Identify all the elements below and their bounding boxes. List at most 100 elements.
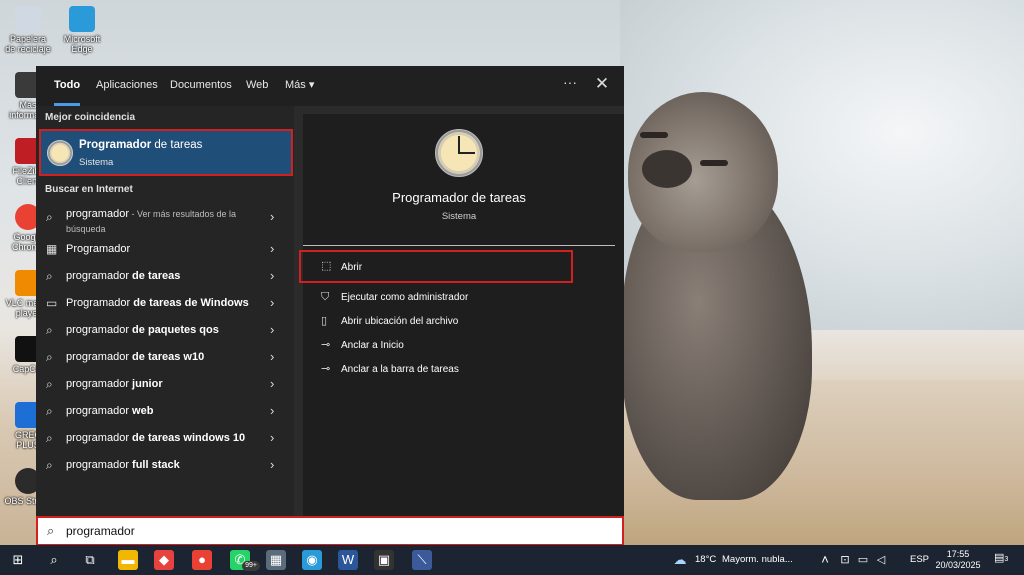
web-result-item[interactable]: ⌕ programador - Ver más resultados de la … <box>36 204 294 234</box>
search-icon[interactable]: ⌕ <box>44 550 64 570</box>
desktop-icon-recycle-bin[interactable]: Papelera de reciclaje <box>4 6 52 54</box>
preview-app-type: Sistema <box>441 211 477 222</box>
search-icon: ⌕ <box>47 523 55 538</box>
clock-time: 17:55 <box>946 549 970 559</box>
web-result-item[interactable]: ⌕ programador de tareas › <box>36 263 294 290</box>
chevron-right-icon[interactable]: › <box>270 322 274 337</box>
search-icon: ⌕ <box>46 377 53 391</box>
window-icon: ▭ <box>46 296 58 310</box>
web-result-item[interactable]: ▭ Programador de tareas de Windows › <box>36 290 294 317</box>
desktop-icon-label: Microsoft Edge <box>63 34 101 54</box>
task-view-icon[interactable]: ⧉ <box>80 550 100 570</box>
wallpaper-seal-nose <box>642 150 692 188</box>
web-result-label: programador - Ver más resultados de la b… <box>66 208 237 234</box>
app-icon[interactable]: ▦ <box>266 550 286 570</box>
web-result-item[interactable]: ⌕ programador full stack › <box>36 452 294 479</box>
action-pin[interactable]: ⊸ Anclar a Inicio <box>303 334 615 358</box>
edge-icon <box>69 6 95 32</box>
search-tabs: Todo Aplicaciones Documentos Web Más ▾ ·… <box>36 66 624 106</box>
web-result-item[interactable]: ▦ Programador › <box>36 236 294 263</box>
chevron-right-icon[interactable]: › <box>270 268 274 283</box>
clock-hand <box>459 152 475 154</box>
search-icon: ⌕ <box>46 404 53 418</box>
tab-mas[interactable]: Más ▾ <box>285 66 314 106</box>
weather-icon[interactable]: ☁ <box>670 550 690 570</box>
web-result-label: programador de tareas <box>66 270 181 282</box>
camera-icon[interactable]: ⊡ <box>835 550 855 570</box>
app2-icon[interactable]: ⟍ <box>412 550 432 570</box>
wallpaper-seal-eye <box>700 160 728 166</box>
action-file-location[interactable]: ▯ Abrir ubicación del archivo <box>303 310 615 334</box>
wallpaper-seal-eye <box>640 132 668 138</box>
web-result-label: programador web <box>66 405 154 417</box>
tab-todo[interactable]: Todo <box>54 66 81 106</box>
clock-icon <box>47 140 73 166</box>
web-result-label: Programador <box>66 243 131 255</box>
web-result-item[interactable]: ⌕ programador junior › <box>36 371 294 398</box>
search-input[interactable] <box>66 522 606 540</box>
preview-pane: Programador de tareas Sistema ⬚ Abrir ⛉ Eje… <box>299 114 624 516</box>
weather-description[interactable]: Mayorm. nubla... <box>722 554 793 565</box>
web-result-label: programador junior <box>66 378 163 390</box>
weather-temp[interactable]: 18°C <box>695 554 716 565</box>
search-icon: ⌕ <box>46 350 53 364</box>
action-label: Ejecutar como administrador <box>341 292 469 303</box>
close-icon[interactable]: ✕ <box>592 74 612 94</box>
chevron-right-icon[interactable]: › <box>270 241 274 256</box>
edge-icon[interactable]: ◉ <box>302 550 322 570</box>
action-pin-taskbar[interactable]: ⊸ Anclar a la barra de tareas <box>303 358 615 382</box>
volume-icon[interactable]: ◁ <box>871 550 891 570</box>
web-result-label: programador full stack <box>66 459 180 471</box>
action-open[interactable]: ⬚ Abrir <box>299 250 573 283</box>
web-result-item[interactable]: ⌕ programador de tareas windows 10 › <box>36 425 294 452</box>
terminal-icon[interactable]: ▣ <box>374 550 394 570</box>
tab-web[interactable]: Web <box>246 66 268 106</box>
action-shield[interactable]: ⛉ Ejecutar como administrador <box>303 286 615 310</box>
web-result-item[interactable]: ⌕ programador de tareas w10 › <box>36 344 294 371</box>
network-icon[interactable]: ▭ <box>853 550 873 570</box>
tab-documentos[interactable]: Documentos <box>170 66 232 106</box>
chevron-right-icon[interactable]: › <box>270 376 274 391</box>
chrome-icon[interactable]: ● <box>192 550 212 570</box>
chevron-right-icon[interactable]: › <box>270 209 274 224</box>
search-box: ⌕ <box>36 516 624 546</box>
search-icon: ⌕ <box>46 269 53 283</box>
web-result-label: programador de paquetes qos <box>66 324 219 336</box>
anydesk-icon[interactable]: ◆ <box>154 550 174 570</box>
file-explorer-icon[interactable]: ▬ <box>118 550 138 570</box>
chevron-right-icon[interactable]: › <box>270 457 274 472</box>
clock[interactable]: 17:55 20/03/2025 <box>930 549 986 571</box>
action-label: Abrir ubicación del archivo <box>341 316 459 327</box>
desktop-icon-edge[interactable]: Microsoft Edge <box>58 6 106 54</box>
web-result-label: programador de tareas w10 <box>66 351 205 363</box>
taskbar: ⊞ ⌕ ⧉ ▬ ◆ ● ✆ ▦ ◉ W ▣ ⟍ 99+ ☁ 18°C Mayorm. nubla...… <box>0 545 1024 575</box>
chevron-right-icon[interactable]: › <box>270 349 274 364</box>
search-icon: ⌕ <box>46 431 53 445</box>
clock-date: 20/03/2025 <box>935 560 981 570</box>
best-match-result[interactable]: Programador de tareas Sistema <box>39 129 293 176</box>
recycle-bin-icon <box>15 6 41 32</box>
action-label: Anclar a la barra de tareas <box>341 364 459 375</box>
chevron-right-icon[interactable]: › <box>270 403 274 418</box>
windows-start-icon[interactable]: ⊞ <box>8 550 28 570</box>
action-label: Abrir <box>341 262 363 273</box>
search-icon: ⌕ <box>46 458 53 472</box>
search-icon: ⌕ <box>46 210 53 224</box>
search-icon: ⌕ <box>46 323 53 337</box>
notifications-icon[interactable]: ▤3 <box>994 551 1012 567</box>
desktop-icon-label: Papelera de reciclaje <box>5 34 51 54</box>
tab-aplicaciones[interactable]: Aplicaciones <box>96 66 158 106</box>
word-icon[interactable]: W <box>338 550 358 570</box>
chevron-up-icon[interactable]: ˄ <box>815 550 835 570</box>
web-result-item[interactable]: ⌕ programador web › <box>36 398 294 425</box>
action-label: Anclar a Inicio <box>341 340 404 351</box>
search-panel: Todo Aplicaciones Documentos Web Más ▾ ·… <box>36 66 624 546</box>
results-list: Mejor coincidencia Programador de tareas… <box>36 106 294 516</box>
web-result-label: Programador de tareas de Windows <box>66 297 249 309</box>
web-result-item[interactable]: ⌕ programador de paquetes qos › <box>36 317 294 344</box>
chevron-right-icon[interactable]: › <box>270 430 274 445</box>
more-options-icon[interactable]: ··· <box>560 74 580 90</box>
language-indicator[interactable]: ESP <box>910 554 929 565</box>
chevron-right-icon[interactable]: › <box>270 295 274 310</box>
pin-icon: ⊸ <box>321 339 331 351</box>
